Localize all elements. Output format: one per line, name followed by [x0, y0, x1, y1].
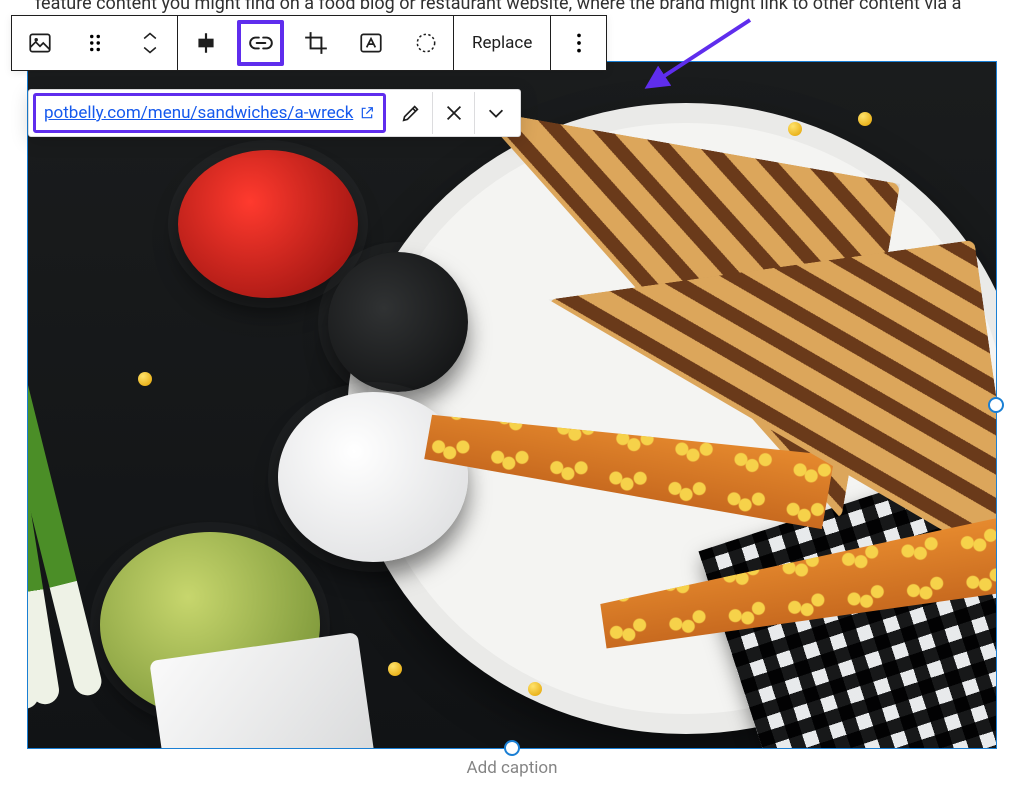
corn-kernel [788, 122, 802, 136]
sandwich-half-2 [549, 240, 996, 637]
external-link-icon [359, 105, 375, 121]
image-content [28, 62, 996, 748]
image-block[interactable] [28, 62, 996, 748]
more-options-button[interactable] [551, 16, 606, 70]
toolbar-group-block [12, 16, 177, 70]
toolbar-group-replace: Replace [453, 16, 550, 70]
align-center-icon [193, 30, 219, 56]
image-caption-input[interactable]: Add caption [28, 758, 996, 778]
resize-handle-south[interactable] [504, 740, 520, 756]
annotation-arrow [640, 14, 760, 94]
corn-kernel [858, 112, 872, 126]
drag-handle[interactable] [67, 16, 122, 70]
align-button[interactable] [178, 16, 233, 70]
link-settings-toggle[interactable] [474, 92, 516, 134]
toolbar-group-more [550, 16, 606, 70]
remove-link-button[interactable] [432, 92, 474, 134]
resize-handle-east[interactable] [988, 397, 1004, 413]
insert-link-button[interactable] [233, 16, 288, 70]
chevron-down-icon [485, 102, 507, 124]
toolbar-group-align [177, 16, 453, 70]
text-overlay-button[interactable] [343, 16, 398, 70]
more-vertical-icon [566, 30, 592, 56]
block-type-button[interactable] [12, 16, 67, 70]
text-over-image-icon [358, 30, 384, 56]
crop-icon [303, 30, 329, 56]
image-icon [27, 30, 53, 56]
link-url-text[interactable]: potbelly.com/menu/sandwiches/a-wreck [44, 103, 353, 123]
close-icon [443, 102, 465, 124]
corn-kernel [528, 682, 542, 696]
duotone-filter-icon [413, 30, 439, 56]
block-movers[interactable] [122, 16, 177, 70]
scallions [28, 313, 141, 712]
crop-button[interactable] [288, 16, 343, 70]
corn-kernel [388, 662, 402, 676]
chevron-up-icon [140, 29, 160, 43]
edit-link-button[interactable] [390, 92, 432, 134]
link-popover: potbelly.com/menu/sandwiches/a-wreck [28, 89, 521, 137]
link-icon [248, 30, 274, 56]
block-toolbar: Replace [11, 15, 607, 71]
corn-kernel [138, 372, 152, 386]
drag-handle-icon [82, 30, 108, 56]
replace-button[interactable]: Replace [454, 16, 550, 70]
chevron-down-icon [140, 43, 160, 57]
link-url-field[interactable]: potbelly.com/menu/sandwiches/a-wreck [33, 93, 386, 133]
pencil-icon [400, 102, 422, 124]
duotone-button[interactable] [398, 16, 453, 70]
